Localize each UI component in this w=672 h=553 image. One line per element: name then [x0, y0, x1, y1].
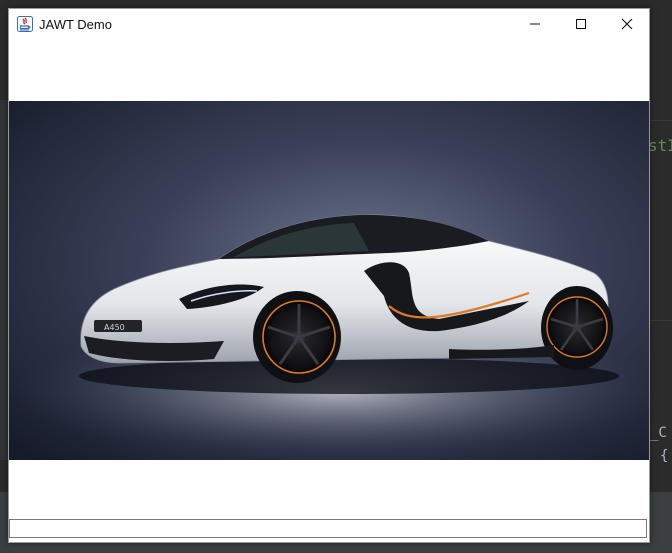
- svg-text:A450: A450: [104, 323, 125, 332]
- maximize-icon: [576, 19, 586, 29]
- titlebar: JAWT Demo: [9, 9, 649, 39]
- app-window: JAWT Demo A450: [8, 8, 650, 543]
- close-button[interactable]: [604, 9, 650, 39]
- car-photo: A450: [9, 101, 649, 460]
- window-title: JAWT Demo: [39, 17, 112, 32]
- ide-code-fragment: {: [660, 448, 669, 464]
- text-input[interactable]: [9, 519, 647, 538]
- maximize-button[interactable]: [558, 9, 604, 39]
- image-panel: A450: [9, 101, 649, 460]
- minimize-icon: [530, 23, 540, 25]
- java-icon: [17, 16, 33, 32]
- ide-gutter: [0, 100, 8, 460]
- close-icon: [621, 18, 633, 30]
- ide-code-fragment: stI: [648, 136, 672, 155]
- ide-divider: [650, 320, 672, 321]
- ide-code-fragment: _C: [650, 425, 667, 441]
- minimize-button[interactable]: [512, 9, 558, 39]
- ide-divider: [650, 120, 672, 121]
